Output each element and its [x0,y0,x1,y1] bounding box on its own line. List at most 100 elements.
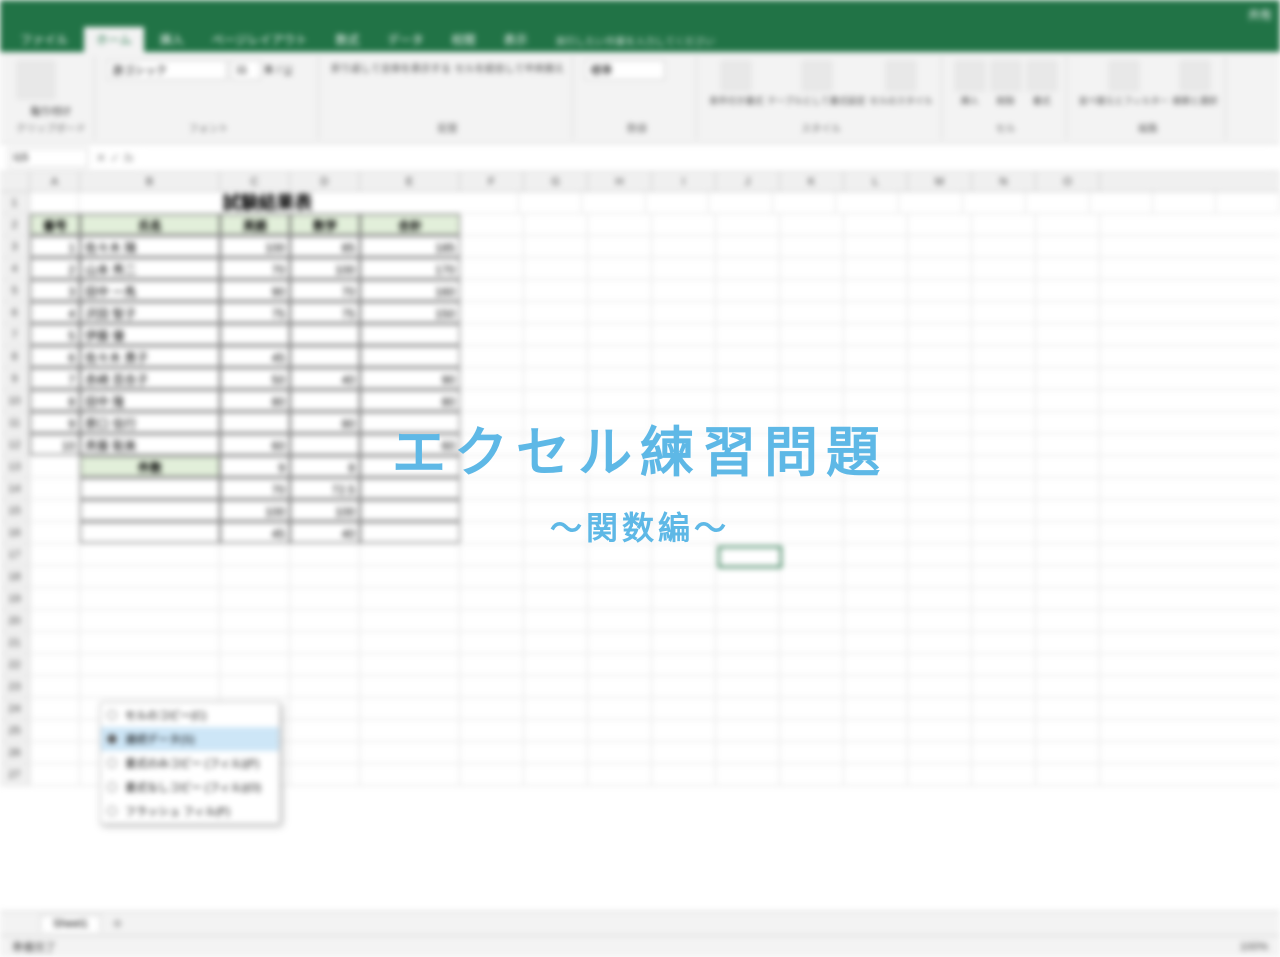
cell[interactable]: 英語 [220,214,290,235]
row-header[interactable]: 26 [0,742,30,763]
col-header-H[interactable]: H [588,172,652,191]
cell[interactable] [908,412,972,433]
cell[interactable] [30,676,80,697]
cell[interactable]: 90 [360,368,460,389]
cell[interactable] [220,412,290,433]
cell[interactable] [652,214,716,235]
cell[interactable] [716,236,780,257]
row-header[interactable]: 11 [0,412,30,433]
cell[interactable] [780,522,844,543]
cell[interactable] [455,192,518,213]
cell[interactable] [908,346,972,367]
cell[interactable]: 原口 信行 [80,412,220,433]
cell[interactable] [460,500,524,521]
cell[interactable] [716,654,780,675]
cell[interactable] [908,632,972,653]
cell[interactable] [1036,346,1100,367]
sort-filter-button[interactable] [1108,60,1140,92]
cell[interactable] [780,500,844,521]
cell[interactable] [652,698,716,719]
cell[interactable] [780,742,844,763]
cell[interactable] [844,742,908,763]
cell[interactable] [460,764,524,785]
cell[interactable] [220,544,290,565]
cell[interactable] [652,280,716,301]
cell[interactable] [290,544,360,565]
cell[interactable] [780,324,844,345]
cell[interactable] [652,236,716,257]
insert-cells-button[interactable] [954,60,986,92]
cell[interactable] [519,192,582,213]
cell[interactable] [360,324,460,345]
ctx-copy-cells[interactable]: セルのコピー(C) [101,703,279,727]
cell[interactable] [652,522,716,543]
cell[interactable] [460,434,524,455]
row-header[interactable]: 9 [0,368,30,389]
cell[interactable] [716,500,780,521]
cell[interactable] [524,434,588,455]
cell[interactable]: 72.5 [290,478,360,499]
cell[interactable] [460,478,524,499]
cell[interactable] [588,676,652,697]
cell[interactable] [716,544,780,565]
cell[interactable] [780,390,844,411]
cell[interactable] [908,434,972,455]
cell[interactable] [844,698,908,719]
cell[interactable] [220,632,290,653]
format-cells-button[interactable] [1026,60,1058,92]
cell[interactable] [588,566,652,587]
cell[interactable] [460,390,524,411]
cell[interactable] [652,632,716,653]
cell[interactable] [524,390,588,411]
cell[interactable] [460,412,524,433]
cell[interactable]: 8 [30,390,80,411]
cond-format-button[interactable] [720,60,752,92]
cell[interactable] [588,368,652,389]
cell[interactable] [460,456,524,477]
cell[interactable] [30,566,80,587]
cell[interactable]: 佐々木 陽 [80,236,220,257]
cell[interactable]: 185 [360,236,460,257]
col-header-C[interactable]: C [220,172,290,191]
cell[interactable] [360,522,460,543]
cell[interactable] [709,192,772,213]
cell[interactable] [80,500,220,521]
col-header-G[interactable]: G [524,172,588,191]
formula-input[interactable] [141,148,1272,168]
cell[interactable] [524,478,588,499]
cell[interactable] [780,698,844,719]
cell[interactable] [588,434,652,455]
cell[interactable] [360,632,460,653]
cell[interactable]: 70 [290,280,360,301]
cell[interactable] [652,676,716,697]
cell[interactable]: 60 [220,434,290,455]
cell[interactable] [780,258,844,279]
cell[interactable] [588,698,652,719]
cell[interactable]: 100 [290,500,360,521]
cell[interactable] [908,588,972,609]
cell[interactable] [360,588,460,609]
cell[interactable]: 6 [30,346,80,367]
cell[interactable]: 9 [30,412,80,433]
cell[interactable] [30,698,80,719]
zoom-level[interactable]: 100% [1240,941,1268,953]
cell[interactable] [524,368,588,389]
row-header[interactable]: 18 [0,566,30,587]
cell[interactable] [1036,654,1100,675]
cell[interactable] [30,192,80,213]
cell[interactable] [30,500,80,521]
cell[interactable] [716,324,780,345]
cell[interactable] [220,676,290,697]
cell[interactable] [716,610,780,631]
cell[interactable] [588,522,652,543]
row-header[interactable]: 21 [0,632,30,653]
row-header[interactable]: 10 [0,390,30,411]
cell[interactable]: 80 [220,390,290,411]
row-header[interactable]: 24 [0,698,30,719]
row-header[interactable]: 14 [0,478,30,499]
tab-file[interactable]: ファイル [8,27,80,52]
ctx-flash-fill[interactable]: フラッシュ フィル(F) [101,799,279,823]
ctx-fill-without-format[interactable]: 書式なしコピー (フィル)(O) [101,775,279,799]
row-header[interactable]: 12 [0,434,30,455]
cell[interactable] [908,236,972,257]
